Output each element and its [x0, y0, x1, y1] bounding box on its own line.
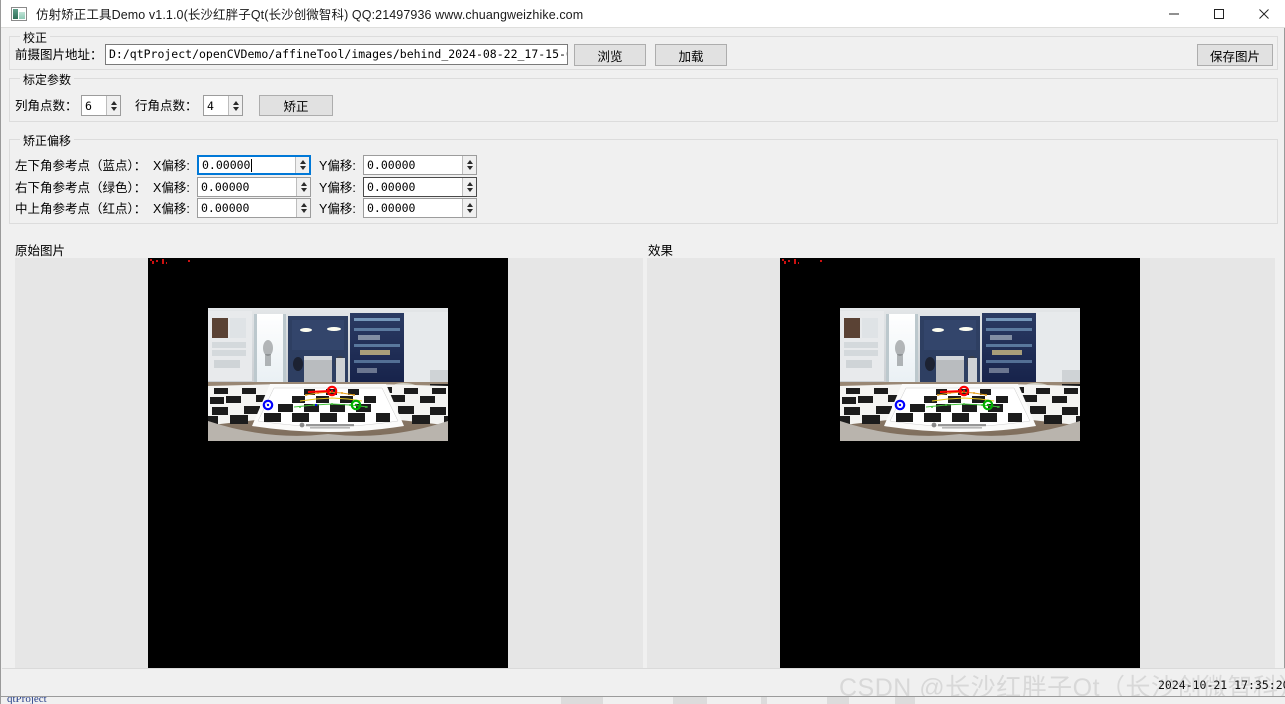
bottom-right-x-offset-value: 0.00000	[198, 178, 296, 196]
effect-image-label: 效果	[648, 240, 673, 259]
row-corner-count-label: 行角点数：	[135, 98, 198, 114]
original-image-canvas	[148, 258, 508, 668]
original-noise-pixels	[148, 258, 508, 272]
bottom-right-y-offset-stepper[interactable]: 0.00000	[363, 177, 477, 197]
status-bar	[2, 668, 1285, 696]
save-image-button[interactable]: 保存图片	[1197, 44, 1273, 66]
close-icon[interactable]	[1241, 0, 1285, 28]
background-window-label: qtProject	[7, 696, 47, 704]
top-center-x-offset-value: 0.00000	[198, 199, 296, 217]
row-corner-count-value: 4	[204, 96, 228, 115]
maximize-icon[interactable]	[1196, 0, 1241, 28]
column-corner-count-value: 6	[82, 96, 106, 115]
bottom-left-x-offset-arrows[interactable]	[295, 157, 309, 173]
image-path-label: 前摄图片地址：	[15, 47, 103, 63]
window-title: 仿射矫正工具Demo v1.1.0(长沙红胖子Qt(长沙创微智科) QQ:214…	[36, 4, 583, 23]
top-center-x-offset-stepper[interactable]: 0.00000	[197, 198, 311, 218]
correct-button[interactable]: 矫正	[259, 95, 333, 116]
calibration-params-group-title: 标定参数	[20, 71, 74, 88]
bottom-left-x-offset-label: X偏移:	[153, 158, 190, 174]
bottom-left-ref-label: 左下角参考点（蓝点）：	[15, 158, 146, 174]
calibration-group-title: 校正	[20, 29, 50, 46]
column-corner-count-label: 列角点数：	[15, 98, 78, 114]
row-corner-count-arrows[interactable]	[228, 96, 242, 115]
bottom-right-y-offset-label: Y偏移:	[319, 180, 356, 196]
picture-icon	[11, 7, 27, 21]
minimize-icon[interactable]	[1151, 0, 1196, 28]
top-center-y-offset-label: Y偏移:	[319, 201, 356, 217]
row-corner-count-stepper[interactable]: 4	[203, 95, 243, 116]
background-window-sliver[interactable]: qtProject	[1, 696, 1285, 704]
column-corner-count-stepper[interactable]: 6	[81, 95, 121, 116]
bottom-left-y-offset-stepper[interactable]: 0.00000	[363, 155, 477, 175]
bottom-left-y-offset-arrows[interactable]	[462, 156, 476, 174]
original-photo	[208, 308, 448, 441]
image-path-input[interactable]: D:/qtProject/openCVDemo/affineTool/image…	[105, 44, 568, 65]
correction-offset-group-title: 矫正偏移	[20, 132, 74, 149]
scene-illustration	[208, 308, 448, 441]
top-center-x-offset-label: X偏移:	[153, 201, 190, 217]
top-center-x-offset-arrows[interactable]	[296, 199, 310, 217]
load-button[interactable]: 加载	[655, 44, 727, 66]
bottom-left-x-offset-value: 0.00000	[199, 157, 295, 173]
bottom-left-x-offset-stepper[interactable]: 0.00000	[197, 155, 311, 175]
bottom-right-y-offset-value: 0.00000	[364, 178, 462, 196]
bottom-right-x-offset-stepper[interactable]: 0.00000	[197, 177, 311, 197]
screenshot-timestamp: 2024-10-21 17:35:20	[1158, 678, 1285, 692]
bottom-left-y-offset-label: Y偏移:	[319, 158, 356, 174]
bottom-right-y-offset-arrows[interactable]	[462, 178, 476, 196]
bottom-right-ref-label: 右下角参考点（绿色）：	[15, 180, 146, 196]
original-image-panel[interactable]	[15, 258, 643, 668]
top-center-y-offset-value: 0.00000	[364, 199, 462, 217]
effect-image-canvas	[780, 258, 1140, 668]
top-center-ref-label: 中上角参考点（红点）：	[15, 201, 146, 217]
top-center-y-offset-stepper[interactable]: 0.00000	[363, 198, 477, 218]
bottom-left-y-offset-value: 0.00000	[364, 156, 462, 174]
title-bar: 仿射矫正工具Demo v1.1.0(长沙红胖子Qt(长沙创微智科) QQ:214…	[1, 0, 1285, 28]
browse-button[interactable]: 浏览	[574, 44, 646, 66]
effect-photo	[840, 308, 1080, 441]
bottom-right-x-offset-arrows[interactable]	[296, 178, 310, 196]
effect-noise-pixels	[780, 258, 1140, 272]
calibration-params-group: 标定参数	[9, 78, 1278, 122]
original-image-label: 原始图片	[15, 240, 65, 259]
window-controls	[1151, 0, 1285, 28]
application-window: 仿射矫正工具Demo v1.1.0(长沙红胖子Qt(长沙创微智科) QQ:214…	[0, 0, 1285, 704]
scene-illustration-effect	[840, 308, 1080, 441]
bottom-right-x-offset-label: X偏移:	[153, 180, 190, 196]
effect-image-panel[interactable]	[647, 258, 1275, 668]
column-corner-count-arrows[interactable]	[106, 96, 120, 115]
top-center-y-offset-arrows[interactable]	[462, 199, 476, 217]
